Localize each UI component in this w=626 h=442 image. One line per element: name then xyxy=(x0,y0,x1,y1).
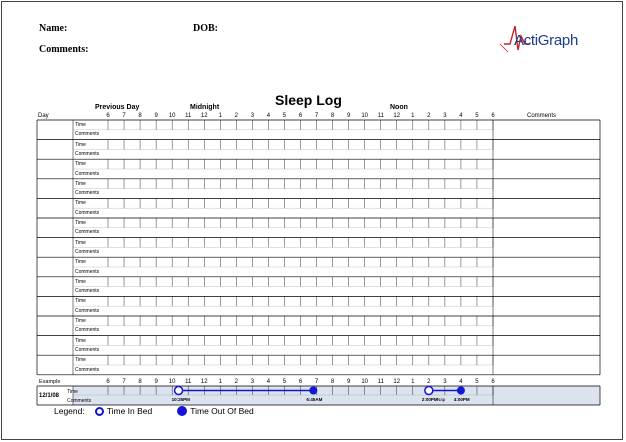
example-background xyxy=(73,386,600,405)
out-of-bed-marker xyxy=(309,386,318,395)
example-event-time: 6:45AM xyxy=(306,397,323,402)
example-date: 12/1/08 xyxy=(39,393,60,399)
legend-in-bed: Time In Bed xyxy=(106,406,153,416)
example-event-time: 4:00PM xyxy=(453,397,470,402)
example-time-label: Time xyxy=(67,389,78,395)
in-bed-marker xyxy=(173,385,184,396)
out-of-bed-marker-icon xyxy=(177,406,188,416)
legend-out-of-bed: Time Out Of Bed xyxy=(190,406,254,416)
example-event-time: 2:00PM xyxy=(421,397,438,402)
example-nap-label: Nap xyxy=(437,397,446,402)
example-event-time: 10:25PM xyxy=(171,397,190,402)
out-of-bed-marker xyxy=(456,386,465,395)
legend-label: Legend: xyxy=(54,406,85,416)
in-bed-marker-icon xyxy=(94,406,104,416)
in-bed-marker xyxy=(424,385,434,396)
legend: Legend: Time In Bed Time Out Of Bed xyxy=(54,406,254,416)
example-comments-label: Comments xyxy=(67,398,92,404)
example-grid xyxy=(36,385,601,406)
